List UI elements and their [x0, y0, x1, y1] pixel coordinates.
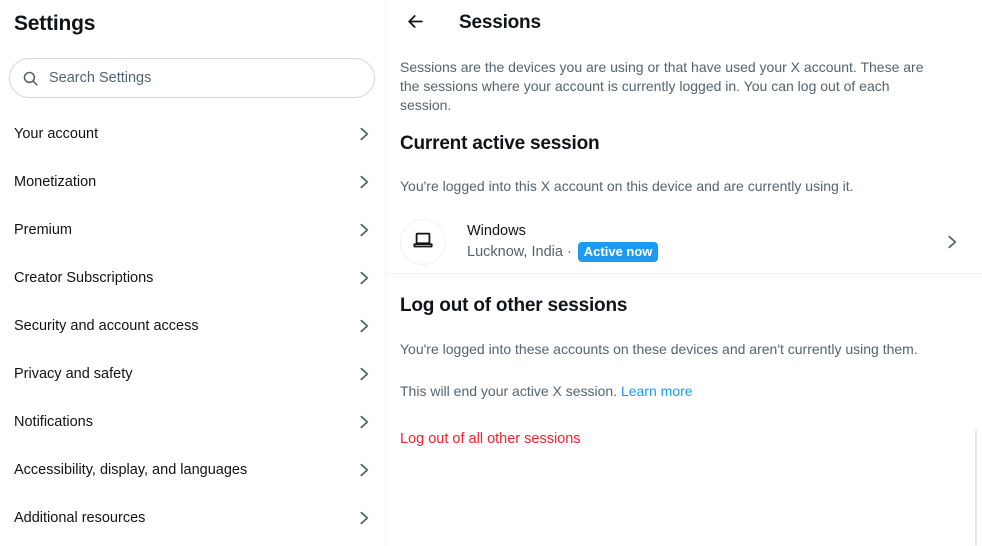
chevron-right-icon [356, 174, 372, 190]
chevron-right-icon [356, 462, 372, 478]
log-out-other-sessions-description: You're logged into these accounts on the… [400, 341, 918, 357]
sidebar-item-accessibility-display-and-languages[interactable]: Accessibility, display, and languages [0, 446, 386, 494]
settings-sidebar: Settings Your account Monetiza [0, 0, 386, 546]
chevron-right-icon [356, 126, 372, 142]
device-location: Lucknow, India · [467, 243, 572, 260]
session-device-row[interactable]: Windows Lucknow, India · Active now [386, 211, 982, 273]
sidebar-item-label: Additional resources [14, 510, 146, 526]
sidebar-item-label: Security and account access [14, 318, 199, 334]
end-session-note-text: This will end your active X session. [400, 383, 618, 399]
device-avatar [400, 219, 446, 265]
sidebar-item-security-and-account-access[interactable]: Security and account access [0, 302, 386, 350]
sessions-panel: Sessions Sessions are the devices you ar… [386, 0, 982, 546]
log-out-all-other-sessions-button[interactable]: Log out of all other sessions [386, 429, 595, 449]
sidebar-item-creator-subscriptions[interactable]: Creator Subscriptions [0, 254, 386, 302]
search-settings-box[interactable] [9, 58, 375, 98]
sidebar-item-label: Your account [14, 126, 99, 142]
sidebar-item-additional-resources[interactable]: Additional resources [0, 494, 386, 542]
sidebar-item-label: Notifications [14, 414, 93, 430]
sidebar-item-your-account[interactable]: Your account [0, 110, 386, 158]
back-arrow-icon [406, 12, 425, 34]
device-meta: Lucknow, India · Active now [467, 242, 944, 263]
end-session-note: This will end your active X session. Lea… [386, 382, 982, 401]
chevron-right-icon [356, 366, 372, 382]
chevron-right-icon[interactable] [944, 234, 960, 250]
vertical-scrollbar[interactable] [975, 430, 977, 546]
search-input[interactable] [49, 68, 362, 88]
panel-header: Sessions [386, 0, 982, 46]
chevron-right-icon [356, 318, 372, 334]
sidebar-item-label: Creator Subscriptions [14, 270, 154, 286]
laptop-icon [412, 229, 434, 256]
sessions-intro-text: Sessions are the devices you are using o… [400, 59, 924, 113]
sidebar-item-privacy-and-safety[interactable]: Privacy and safety [0, 350, 386, 398]
sidebar-item-label: Privacy and safety [14, 366, 133, 382]
chevron-right-icon [356, 414, 372, 430]
sidebar-item-label: Monetization [14, 174, 97, 190]
sidebar-item-notifications[interactable]: Notifications [0, 398, 386, 446]
back-button[interactable] [398, 6, 432, 40]
sidebar-item-premium[interactable]: Premium [0, 206, 386, 254]
current-active-session-heading: Current active session [400, 133, 600, 154]
settings-page: Settings Your account Monetiza [0, 0, 982, 546]
settings-nav-list: Your account Monetization Premium Creato… [0, 110, 386, 542]
learn-more-link[interactable]: Learn more [621, 383, 693, 399]
page-title: Settings [14, 12, 96, 35]
search-icon [22, 70, 39, 87]
device-info: Windows Lucknow, India · Active now [467, 222, 944, 263]
sidebar-item-label: Accessibility, display, and languages [14, 462, 248, 478]
chevron-right-icon [356, 270, 372, 286]
sidebar-item-label: Premium [14, 222, 73, 238]
status-badge: Active now [577, 242, 659, 262]
panel-title: Sessions [459, 12, 541, 33]
sidebar-item-monetization[interactable]: Monetization [0, 158, 386, 206]
log-out-other-sessions-heading: Log out of other sessions [400, 295, 628, 316]
chevron-right-icon [356, 222, 372, 238]
current-active-session-description: You're logged into this X account on thi… [400, 178, 854, 194]
chevron-right-icon [356, 510, 372, 526]
device-name: Windows [467, 222, 526, 239]
